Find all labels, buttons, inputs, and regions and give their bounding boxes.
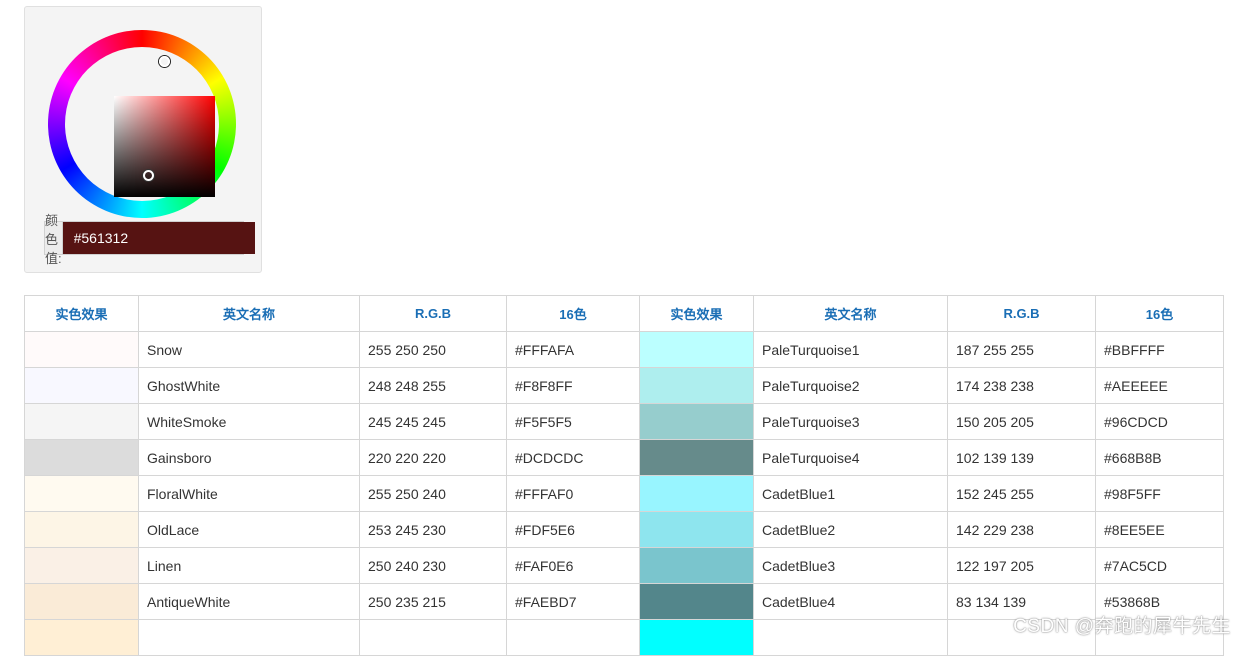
header-swatch: 实色效果 xyxy=(639,295,754,332)
color-picker: 颜色值: xyxy=(24,6,262,273)
hex-value-cell: #FFFAF0 xyxy=(506,475,640,512)
color-swatch xyxy=(24,403,139,440)
rgb-value-cell: 255 250 240 xyxy=(359,475,507,512)
rgb-value-cell: 187 255 255 xyxy=(947,331,1096,368)
rgb-value-cell: 255 250 250 xyxy=(359,331,507,368)
color-name-cell: OldLace xyxy=(138,511,360,548)
color-name-cell: PaleTurquoise1 xyxy=(753,331,948,368)
header-swatch: 实色效果 xyxy=(24,295,139,332)
hex-value-cell: #668B8B xyxy=(1095,439,1224,476)
color-name-cell xyxy=(753,619,948,656)
rgb-value-cell: 253 245 230 xyxy=(359,511,507,548)
color-name-cell: AntiqueWhite xyxy=(138,583,360,620)
color-name-cell: CadetBlue3 xyxy=(753,547,948,584)
color-swatch xyxy=(24,511,139,548)
color-swatch xyxy=(24,439,139,476)
color-name-cell: Snow xyxy=(138,331,360,368)
color-swatch xyxy=(24,475,139,512)
header-english-name: 英文名称 xyxy=(753,295,948,332)
rgb-value-cell: 174 238 238 xyxy=(947,367,1096,404)
table-row: OldLace 253 245 230 #FDF5E6 CadetBlue2 142 2… xyxy=(24,511,1224,548)
hex-value-cell: #98F5FF xyxy=(1095,475,1224,512)
color-swatch xyxy=(24,367,139,404)
header-hex: 16色 xyxy=(1095,295,1224,332)
color-name-cell: WhiteSmoke xyxy=(138,403,360,440)
color-name-cell: PaleTurquoise2 xyxy=(753,367,948,404)
color-swatch xyxy=(24,547,139,584)
hex-value-cell: #BBFFFF xyxy=(1095,331,1224,368)
table-row: WhiteSmoke 245 245 245 #F5F5F5 PaleTurquois… xyxy=(24,403,1224,440)
hex-value-cell: #8EE5EE xyxy=(1095,511,1224,548)
hex-value-cell: #7AC5CD xyxy=(1095,547,1224,584)
color-swatch xyxy=(639,367,754,404)
rgb-value-cell: 220 220 220 xyxy=(359,439,507,476)
color-swatch xyxy=(639,331,754,368)
color-name-cell: CadetBlue1 xyxy=(753,475,948,512)
header-english-name: 英文名称 xyxy=(138,295,360,332)
table-row: Linen 250 240 230 #FAF0E6 CadetBlue3 122 197… xyxy=(24,547,1224,584)
color-name-cell: Linen xyxy=(138,547,360,584)
header-hex: 16色 xyxy=(506,295,640,332)
rgb-value-cell: 250 235 215 xyxy=(359,583,507,620)
table-header-row: 实色效果 英文名称 R.G.B 16色 实色效果 英文名称 R.G.B 16色 xyxy=(24,295,1224,332)
rgb-value-cell xyxy=(359,619,507,656)
saturation-value-square[interactable] xyxy=(114,96,215,197)
hex-value-cell xyxy=(506,619,640,656)
color-name-cell: PaleTurquoise3 xyxy=(753,403,948,440)
rgb-value-cell: 150 205 205 xyxy=(947,403,1096,440)
table-row: GhostWhite 248 248 255 #F8F8FF PaleTurquois… xyxy=(24,367,1224,404)
hex-value-cell: #F8F8FF xyxy=(506,367,640,404)
color-swatch xyxy=(639,439,754,476)
color-swatch xyxy=(639,547,754,584)
table-body: Snow 255 250 250 #FFFAFA PaleTurquoise1 187 … xyxy=(24,331,1224,656)
color-swatch xyxy=(639,583,754,620)
hex-value-cell: #DCDCDC xyxy=(506,439,640,476)
color-name-cell: CadetBlue4 xyxy=(753,583,948,620)
color-name-cell: FloralWhite xyxy=(138,475,360,512)
hex-value-cell: #FAEBD7 xyxy=(506,583,640,620)
hex-value-cell: #AEEEEE xyxy=(1095,367,1224,404)
header-rgb: R.G.B xyxy=(947,295,1096,332)
hex-value-cell: #FFFAFA xyxy=(506,331,640,368)
hue-wheel[interactable] xyxy=(48,30,236,218)
saturation-value-handle[interactable] xyxy=(143,170,154,181)
hex-value-cell: #FDF5E6 xyxy=(506,511,640,548)
rgb-value-cell: 142 229 238 xyxy=(947,511,1096,548)
hex-value-cell: #FAF0E6 xyxy=(506,547,640,584)
color-swatch xyxy=(24,619,139,656)
table-row: Gainsboro 220 220 220 #DCDCDC PaleTurquoise… xyxy=(24,439,1224,476)
color-table: 实色效果 英文名称 R.G.B 16色 实色效果 英文名称 R.G.B 16色 … xyxy=(24,295,1224,656)
color-swatch xyxy=(24,583,139,620)
rgb-value-cell: 250 240 230 xyxy=(359,547,507,584)
hex-value-cell: #F5F5F5 xyxy=(506,403,640,440)
color-swatch xyxy=(639,511,754,548)
color-name-cell: Gainsboro xyxy=(138,439,360,476)
rgb-value-cell: 122 197 205 xyxy=(947,547,1096,584)
color-value-input[interactable] xyxy=(62,222,255,254)
hue-handle[interactable] xyxy=(159,56,170,67)
rgb-value-cell: 102 139 139 xyxy=(947,439,1096,476)
table-row: FloralWhite 255 250 240 #FFFAF0 CadetBlue1 1… xyxy=(24,475,1224,512)
color-name-cell xyxy=(138,619,360,656)
rgb-value-cell: 248 248 255 xyxy=(359,367,507,404)
color-name-cell: GhostWhite xyxy=(138,367,360,404)
color-value-row: 颜色值: xyxy=(44,212,255,266)
hex-value-cell: #96CDCD xyxy=(1095,403,1224,440)
color-name-cell: CadetBlue2 xyxy=(753,511,948,548)
color-name-cell: PaleTurquoise4 xyxy=(753,439,948,476)
rgb-value-cell: 245 245 245 xyxy=(359,403,507,440)
color-value-label: 颜色值: xyxy=(45,212,63,266)
header-rgb: R.G.B xyxy=(359,295,507,332)
color-swatch xyxy=(639,619,754,656)
color-swatch xyxy=(24,331,139,368)
rgb-value-cell: 152 245 255 xyxy=(947,475,1096,512)
table-row: Snow 255 250 250 #FFFAFA PaleTurquoise1 187 … xyxy=(24,331,1224,368)
watermark: CSDN @奔跑的犀牛先生 xyxy=(1013,616,1231,637)
color-swatch xyxy=(639,403,754,440)
color-swatch xyxy=(639,475,754,512)
